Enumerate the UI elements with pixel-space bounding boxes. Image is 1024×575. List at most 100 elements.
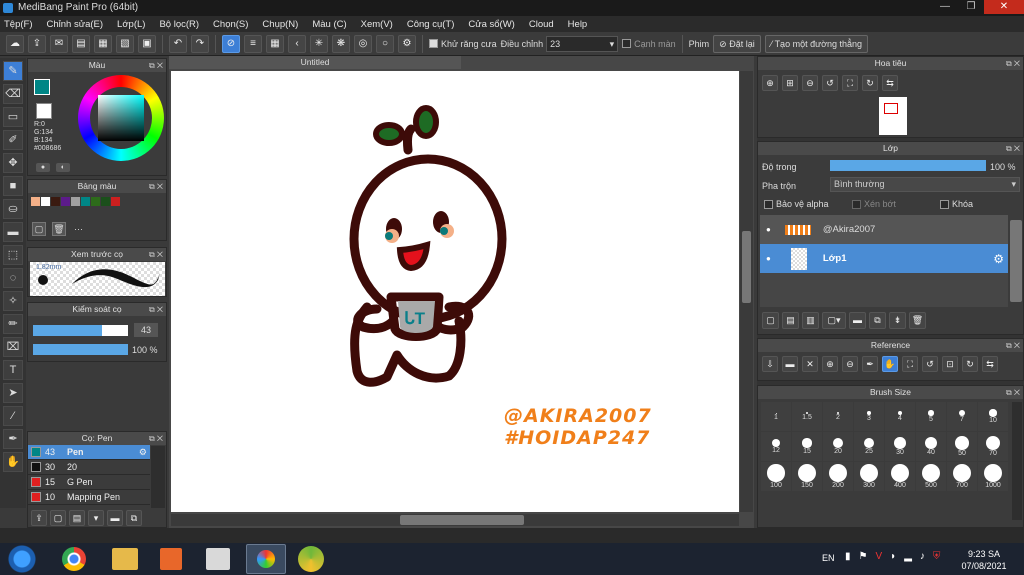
medibang-taskbar-icon[interactable]	[246, 544, 286, 574]
new-layer-icon[interactable]: ▢	[762, 312, 779, 329]
menu-edit[interactable]: Chỉnh sửa(E)	[47, 19, 104, 30]
alpha-lock-option[interactable]: Bảo vệ alpha	[764, 199, 829, 209]
rectangle-tool-icon[interactable]: ▭	[3, 107, 23, 127]
panel-options-icon[interactable]: ⧉ ✕	[1006, 142, 1020, 155]
panel-options-icon[interactable]: ⧉ ✕	[1006, 386, 1020, 399]
zoom-out-icon[interactable]: ⊖	[842, 356, 858, 372]
close-icon[interactable]: ✕	[802, 356, 818, 372]
parallel-snap-icon[interactable]: ≡	[244, 34, 262, 53]
brush-list-item[interactable]: 10 Mapping Pen	[28, 490, 150, 505]
palette-swatch[interactable]	[61, 197, 70, 206]
brush-size-cell[interactable]: 150	[792, 462, 822, 491]
document-icon[interactable]: ▤	[72, 34, 90, 53]
zoom-in-icon[interactable]: ⊕	[762, 75, 778, 91]
eye-icon[interactable]: ●	[766, 225, 771, 234]
hand-icon[interactable]: ✋	[882, 356, 898, 372]
brush-size-value[interactable]: 43	[134, 323, 158, 337]
edge-checkbox[interactable]	[622, 39, 632, 48]
language-indicator[interactable]: EN	[822, 553, 835, 563]
bucket-tool-icon[interactable]: ⛀	[3, 199, 23, 219]
panel-options-icon[interactable]: ⧉ ✕	[149, 248, 163, 261]
canvas-paper[interactable]: ᒐT @AKIRA2007 #HOIDAP247	[171, 71, 739, 512]
brush-size-cell[interactable]: 25	[854, 432, 884, 461]
divide-tool-icon[interactable]: ⁄	[3, 406, 23, 426]
brush-list-item[interactable]: 43 Pen ⚙	[28, 445, 150, 460]
layer-opacity-slider[interactable]	[830, 160, 986, 171]
lock-checkbox[interactable]	[940, 199, 949, 209]
color-swap-button[interactable]: ◐	[56, 163, 70, 172]
lock-option[interactable]: Khóa	[940, 199, 973, 209]
brush-settings-icon[interactable]: ▤	[69, 510, 85, 526]
text-tool-icon[interactable]: T	[3, 360, 23, 380]
rotate-left-icon[interactable]: ↺	[822, 75, 838, 91]
brush-list-item[interactable]: 30 20	[28, 460, 150, 475]
brush-tool-icon[interactable]: ✎	[3, 61, 23, 81]
background-color-swatch[interactable]	[36, 103, 52, 119]
brush-list-scrollbar[interactable]	[151, 446, 165, 508]
straight-line-button[interactable]: ⁄ Tạo một đường thẳng	[764, 34, 869, 53]
panel-options-icon[interactable]: ⧉ ✕	[149, 432, 163, 445]
circle-snap-icon[interactable]: ○	[376, 34, 394, 53]
duplicate-layer-icon[interactable]: ⧉	[869, 312, 886, 329]
menu-filter[interactable]: Bộ lọc(R)	[159, 19, 199, 30]
layer-row[interactable]: ● @Akira2007	[760, 215, 1008, 244]
panel-options-icon[interactable]: ⧉ ✕	[149, 303, 163, 316]
brush-size-cell[interactable]: 5	[916, 402, 946, 431]
radial-lines-icon[interactable]: ❋	[332, 34, 350, 53]
menu-layer[interactable]: Lớp(L)	[117, 19, 145, 30]
document-tab[interactable]: Untitled	[169, 56, 461, 69]
operation-tool-icon[interactable]: ➤	[3, 383, 23, 403]
magic-wand-tool-icon[interactable]: ✧	[3, 291, 23, 311]
vertical-scroll-thumb[interactable]	[742, 231, 751, 303]
canvas-horizontal-scrollbar[interactable]	[171, 514, 739, 526]
grid-snap-icon[interactable]: ▦	[266, 34, 284, 53]
menu-cloud[interactable]: Cloud	[529, 19, 554, 30]
app-icon-green[interactable]	[298, 546, 324, 572]
hue-ring[interactable]	[78, 75, 164, 161]
shield-icon[interactable]: ⛨	[933, 551, 941, 562]
navigator-thumbnail[interactable]	[879, 97, 907, 135]
brush-size-cell[interactable]: 200	[823, 462, 853, 491]
eyedropper-tool-icon[interactable]: ✒	[3, 429, 23, 449]
brush-list-item[interactable]: 15 G Pen	[28, 475, 150, 490]
panel-options-icon[interactable]: ⧉ ✕	[149, 59, 163, 72]
gradient-tool-icon[interactable]: ▬	[3, 222, 23, 242]
merge-layer-icon[interactable]: ⇟	[889, 312, 906, 329]
brush-size-cell[interactable]: 1.5	[792, 402, 822, 431]
menu-help[interactable]: Help	[568, 19, 588, 30]
panel-options-icon[interactable]: ⧉ ✕	[1006, 57, 1020, 70]
add-layer-menu-icon[interactable]: ▢▾	[822, 312, 846, 329]
brush-size-cell[interactable]: 2	[823, 402, 853, 431]
gear-icon[interactable]: ⚙	[139, 447, 147, 458]
zoom-out-icon[interactable]: ⊖	[802, 75, 818, 91]
volume-icon[interactable]: ♪	[920, 551, 925, 562]
settings-icon[interactable]: ⚙	[398, 34, 416, 53]
vpn-icon[interactable]: V	[875, 551, 882, 562]
dot-tool-icon[interactable]: ✐	[3, 130, 23, 150]
flag-icon[interactable]: ⚑	[859, 551, 868, 562]
cloud-download-icon[interactable]: ⇩	[762, 356, 778, 372]
palette-swatch[interactable]	[71, 197, 80, 206]
network-app-icon[interactable]	[206, 548, 230, 570]
signal-icon[interactable]: ▂	[904, 551, 912, 562]
brush-size-cell[interactable]: 4	[885, 402, 915, 431]
color-mode-button[interactable]: ●	[36, 163, 50, 172]
brush-size-cell[interactable]: 30	[885, 432, 915, 461]
cloud-icon[interactable]: ☁	[6, 34, 24, 53]
new-palette-icon[interactable]: ▢	[32, 222, 46, 236]
clock[interactable]: 9:23 SA 07/08/2021	[960, 548, 1008, 572]
snap-off-icon[interactable]: ⊘	[222, 34, 240, 53]
layer-row-selected[interactable]: ● Lớp1 ⚙	[760, 244, 1008, 273]
zoom-fit-icon[interactable]: ⊞	[782, 75, 798, 91]
brush-menu-icon[interactable]: ▾	[88, 510, 104, 526]
copy-icon[interactable]: ⧉	[126, 510, 142, 526]
foreground-color-swatch[interactable]	[34, 79, 50, 95]
alpha-lock-checkbox[interactable]	[764, 199, 773, 209]
panel-options-icon[interactable]: ⧉ ✕	[149, 180, 163, 193]
palette-swatch[interactable]	[41, 197, 50, 206]
brush-size-scrollbar[interactable]	[1012, 402, 1022, 520]
perspective-snap-icon[interactable]: ‹	[288, 34, 306, 53]
radial-snap-icon[interactable]: ✳	[310, 34, 328, 53]
select-eraser-tool-icon[interactable]: ⌧	[3, 337, 23, 357]
clipping-checkbox[interactable]	[852, 199, 861, 209]
